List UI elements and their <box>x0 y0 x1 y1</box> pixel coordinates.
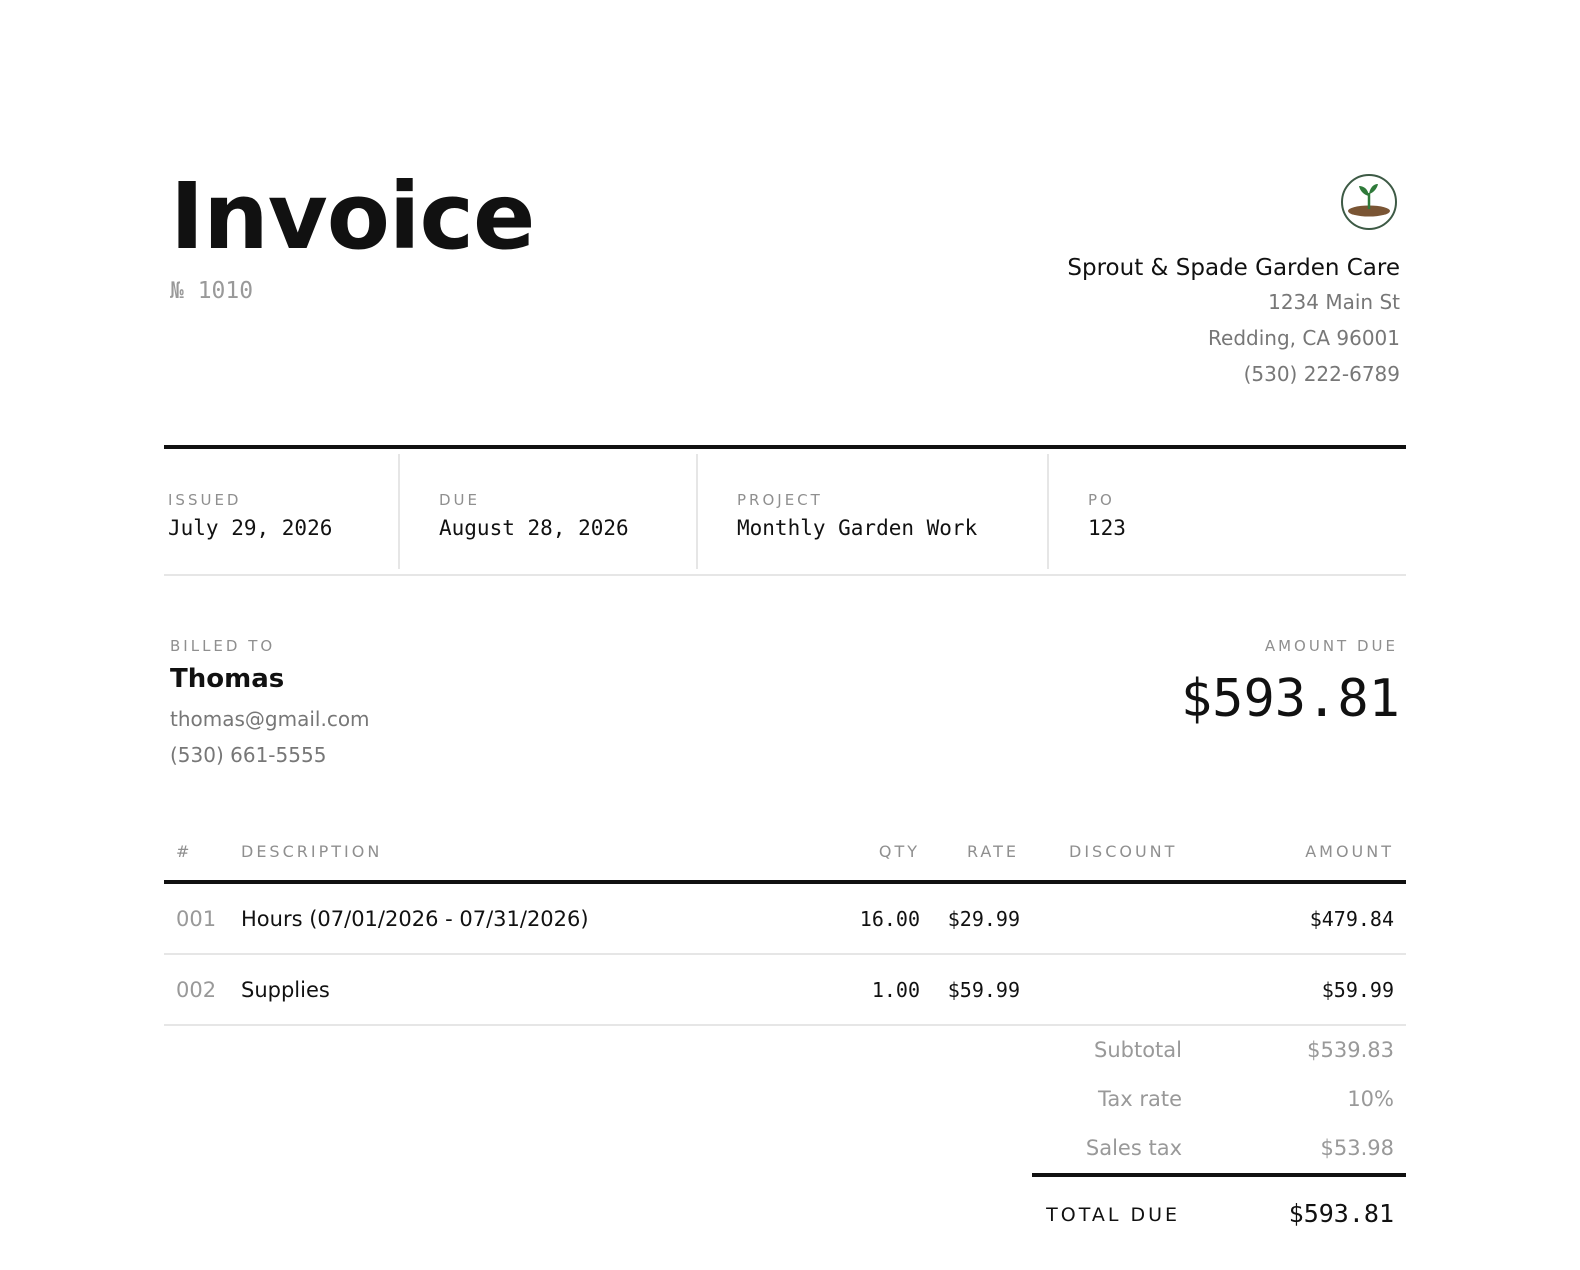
amount-due-label: AMOUNT DUE <box>1264 637 1398 655</box>
billed-to-phone: (530) 661-5555 <box>170 743 327 767</box>
row-amount: $479.84 <box>1309 907 1394 931</box>
meta-issued-label: ISSUED <box>168 491 242 509</box>
meta-due-value: August 28, 2026 <box>439 516 629 540</box>
table-row: 001 Hours (07/01/2026 - 07/31/2026) 16.0… <box>164 884 1406 954</box>
invoice-title: Invoice <box>170 163 535 270</box>
company-name: Sprout & Spade Garden Care <box>1067 255 1400 281</box>
table-row: 002 Supplies 1.00 $59.99 $59.99 <box>164 955 1406 1025</box>
total-due-value: $593.81 <box>1288 1199 1394 1228</box>
meta-po-value: 123 <box>1088 516 1126 540</box>
row-description: Hours (07/01/2026 - 07/31/2026) <box>241 907 589 931</box>
billed-to-name: Thomas <box>170 664 285 694</box>
billed-to-email: thomas@gmail.com <box>170 707 370 731</box>
tax-rate-label: Tax rate <box>1098 1087 1182 1111</box>
row-number: 002 <box>176 978 217 1002</box>
row-rate: $59.99 <box>947 978 1020 1002</box>
column-header-number: # <box>176 842 193 861</box>
company-address-line1: 1234 Main St <box>1268 290 1400 314</box>
row-description: Supplies <box>241 978 330 1002</box>
meta-po: PO 123 <box>1049 454 1406 569</box>
column-header-amount: AMOUNT <box>1305 842 1394 861</box>
meta-issued-value: July 29, 2026 <box>168 516 333 540</box>
row-qty: 16.00 <box>859 907 920 931</box>
meta-project-label: PROJECT <box>737 491 823 509</box>
invoice-number: № 1010 <box>170 278 254 304</box>
tax-rate-value: 10% <box>1347 1087 1394 1111</box>
meta-po-label: PO <box>1088 491 1115 509</box>
subtotal-value: $539.83 <box>1307 1038 1394 1062</box>
row-number: 001 <box>176 907 217 931</box>
meta-due: DUE August 28, 2026 <box>400 454 696 569</box>
divider <box>1032 1173 1406 1177</box>
meta-project-value: Monthly Garden Work <box>737 516 978 540</box>
total-due-label: TOTAL DUE <box>1046 1204 1180 1226</box>
sales-tax-label: Sales tax <box>1085 1136 1182 1160</box>
column-header-description: DESCRIPTION <box>241 842 383 861</box>
divider <box>164 1024 1406 1026</box>
company-info: Sprout & Spade Garden Care 1234 Main St … <box>1067 252 1400 392</box>
meta-project: PROJECT Monthly Garden Work <box>698 454 1047 569</box>
billed-to-label: BILLED TO <box>170 637 276 655</box>
column-header-rate: RATE <box>966 842 1019 861</box>
row-amount: $59.99 <box>1321 978 1394 1002</box>
meta-issued: ISSUED July 29, 2026 <box>164 454 398 569</box>
column-header-discount: DISCOUNT <box>1069 842 1178 861</box>
subtotal-label: Subtotal <box>1094 1038 1182 1062</box>
company-address-line2: Redding, CA 96001 <box>1208 326 1400 350</box>
row-qty: 1.00 <box>871 978 920 1002</box>
row-rate: $29.99 <box>947 907 1020 931</box>
sales-tax-value: $53.98 <box>1320 1136 1394 1160</box>
invoice-meta: ISSUED July 29, 2026 DUE August 28, 2026… <box>164 449 1406 574</box>
company-phone: (530) 222-6789 <box>1243 362 1400 386</box>
column-header-qty: QTY <box>878 842 920 861</box>
seedling-icon <box>1341 174 1397 230</box>
divider <box>164 574 1406 576</box>
meta-due-label: DUE <box>439 491 481 509</box>
amount-due-value: $593.81 <box>1180 669 1400 729</box>
